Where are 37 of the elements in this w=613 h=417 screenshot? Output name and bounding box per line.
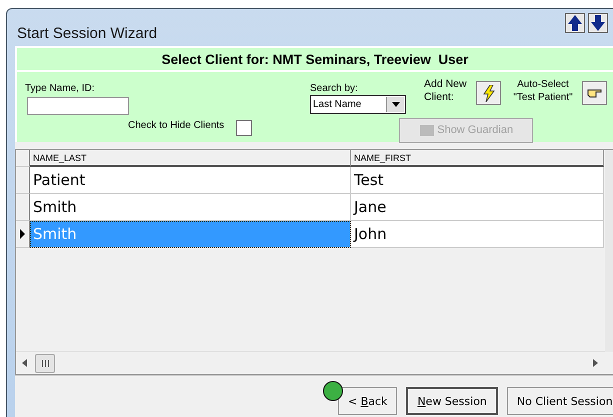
- status-dot: [323, 381, 343, 401]
- move-up-button[interactable]: [565, 13, 585, 33]
- column-header[interactable]: NAME_LAST: [30, 150, 351, 167]
- scroll-right-icon: [593, 359, 598, 367]
- search-by-label: Search by:: [310, 83, 358, 94]
- search-field[interactable]: [27, 96, 129, 114]
- scroll-thumb[interactable]: [35, 354, 55, 372]
- auto-select-label: Auto-Select "Test Patient": [512, 78, 574, 104]
- dropdown-arrow-icon: [392, 102, 400, 107]
- current-row-icon: [20, 229, 25, 239]
- scroll-left-icon: [22, 359, 27, 367]
- wizard-button[interactable]: < Back: [338, 387, 398, 415]
- table-cell[interactable]: Test: [351, 167, 604, 194]
- panel-heading: Select Client for: NMT Seminars, Treeview User: [17, 48, 613, 72]
- hide-clients-label: Check to Hide Clients: [128, 120, 224, 130]
- table-cell[interactable]: Jane: [351, 194, 604, 221]
- add-new-label: Add New Client:: [424, 78, 468, 104]
- table-cell[interactable]: Smith: [30, 194, 351, 221]
- hide-clients-checkbox[interactable]: [236, 120, 252, 136]
- row-header[interactable]: [16, 221, 30, 248]
- vertical-scrollbar[interactable]: [605, 150, 613, 352]
- down-arrow-icon: [591, 15, 605, 31]
- wizard-button[interactable]: New Session: [406, 387, 498, 415]
- auto-select-button[interactable]: [582, 81, 607, 105]
- window-title: Start Session Wizard: [17, 25, 158, 42]
- guardian-icon: [419, 124, 436, 136]
- wizard-button[interactable]: No Client Session: [506, 387, 613, 415]
- column-header[interactable]: NAME_FIRST: [351, 150, 604, 167]
- lightning-icon: [482, 84, 494, 102]
- search-by-dropdown[interactable]: Last Name: [310, 95, 406, 114]
- move-down-button[interactable]: [588, 13, 608, 33]
- table-cell[interactable]: John: [351, 221, 604, 248]
- add-client-button[interactable]: [476, 81, 501, 105]
- pointing-hand-icon: [586, 87, 602, 99]
- search-label: Type Name, ID:: [25, 83, 94, 94]
- up-arrow-icon: [568, 15, 582, 31]
- table-cell[interactable]: Patient: [30, 167, 351, 194]
